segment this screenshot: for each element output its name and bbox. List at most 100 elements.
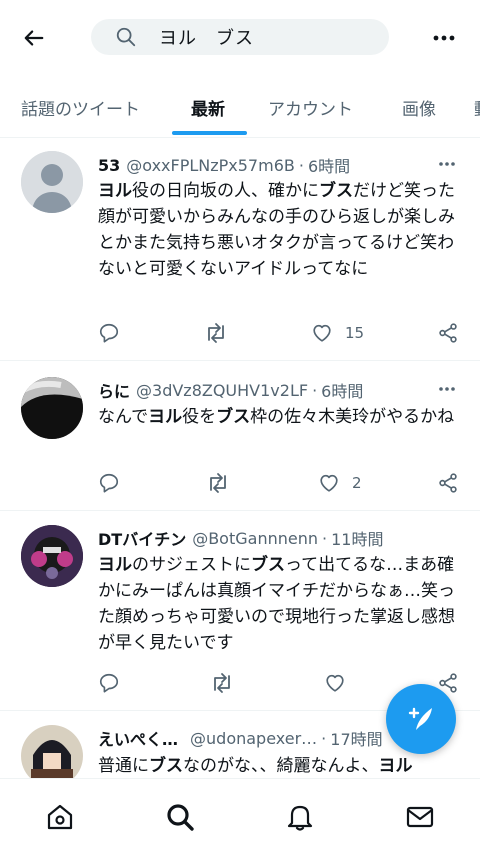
- tweet-actions: 2: [98, 471, 460, 495]
- timestamp[interactable]: 6時間: [321, 378, 363, 402]
- character-avatar-icon: [21, 525, 83, 587]
- timestamp[interactable]: 11時間: [331, 526, 383, 550]
- retweet-icon: [214, 673, 230, 693]
- author-name[interactable]: らに: [98, 378, 130, 402]
- tab-top-tweets[interactable]: 話題のツイート: [21, 76, 140, 138]
- highlighted-keyword: ブス: [149, 756, 183, 776]
- author-handle[interactable]: @udonapexer…: [190, 729, 317, 748]
- separator-dot: ·: [322, 528, 328, 548]
- tab-accounts[interactable]: アカウント: [268, 76, 353, 138]
- tweet-text: ヨルのサジェストにブスって出てるな…まあ確かにみーぱんは真顔イマイチだからなぁ……: [98, 552, 466, 656]
- tweet[interactable]: 53 @oxxFPLNzPx57m6B · 6時間 ヨル役の日向坂の人、確かにブ…: [0, 139, 480, 361]
- tweet-text: 普通にブスなのがな、、綺麗なんよ、ヨル: [98, 753, 478, 778]
- nav-notifications[interactable]: [280, 797, 320, 837]
- separator-dot: ·: [312, 380, 318, 400]
- author-name[interactable]: DTバイチン: [98, 526, 186, 550]
- separator-dot: ·: [298, 155, 304, 175]
- like-button[interactable]: 2: [318, 471, 362, 495]
- tweet-text-segment: なのがな、、綺麗なんよ、: [183, 756, 379, 776]
- timestamp[interactable]: 6時間: [308, 153, 350, 177]
- retweet-icon: [208, 323, 224, 343]
- tweet[interactable]: らに @3dVz8ZQUHV1v2LF · 6時間 なんでヨル役をブス枠の佐々木…: [0, 361, 480, 511]
- anime-avatar-icon: [21, 725, 83, 778]
- tweet-text-segment: 枠の佐々木美玲がやるかね: [250, 407, 455, 427]
- author-handle[interactable]: @BotGannnenn: [192, 529, 318, 548]
- highlighted-keyword: ヨル: [98, 555, 132, 575]
- retweet-button[interactable]: [206, 471, 230, 495]
- search-icon: [115, 26, 137, 48]
- nav-home[interactable]: [40, 797, 80, 837]
- tab-latest[interactable]: 最新: [191, 76, 225, 138]
- tweet-header: DTバイチン @BotGannnenn · 11時間: [98, 526, 383, 550]
- tweet-text-segment: なんで: [98, 407, 149, 427]
- more-icon: [433, 35, 455, 41]
- tweet[interactable]: DTバイチン @BotGannnenn · 11時間 ヨルのサジェストにブスって…: [0, 511, 480, 711]
- reply-icon: [99, 673, 119, 693]
- retweet-button[interactable]: [210, 671, 234, 695]
- highlighted-keyword: ブス: [251, 555, 285, 575]
- reply-button[interactable]: [98, 671, 120, 695]
- default-avatar-icon: [21, 151, 83, 213]
- back-arrow-icon: [24, 30, 44, 46]
- tweet-text-segment: のサジェストに: [132, 555, 251, 575]
- share-icon: [439, 473, 457, 493]
- reply-icon: [99, 473, 119, 493]
- reply-button[interactable]: [98, 321, 120, 345]
- share-icon: [439, 323, 457, 343]
- share-button[interactable]: [437, 321, 459, 345]
- author-handle[interactable]: @3dVz8ZQUHV1v2LF: [136, 381, 308, 400]
- search-query: ヨル ブス: [159, 28, 254, 49]
- highlighted-keyword: ブス: [216, 407, 251, 427]
- tweet-text: ヨル役の日向坂の人、確かにブスだけど笑った顔が可愛いからみんなの手のひら返しが楽…: [98, 178, 466, 282]
- like-icon: [326, 674, 344, 692]
- notifications-icon: [287, 805, 313, 831]
- tweet-header: えいぺく… @udonapexer… · 17時間: [98, 726, 383, 750]
- nav-messages[interactable]: [400, 797, 440, 837]
- like-count: 2: [352, 474, 362, 492]
- highlighted-keyword: ヨル: [378, 756, 413, 776]
- search-input[interactable]: ヨル ブス: [91, 19, 389, 55]
- active-tab-indicator: [172, 131, 247, 135]
- tweet-more-button[interactable]: [436, 156, 458, 172]
- search-tabs: 話題のツイート 最新 アカウント 画像 動: [0, 76, 480, 138]
- like-button[interactable]: 15: [311, 321, 364, 345]
- like-button[interactable]: [324, 671, 346, 695]
- tweet-actions: 15: [98, 321, 460, 345]
- avatar[interactable]: [21, 151, 83, 213]
- home-icon: [47, 804, 73, 830]
- tweet-header: 53 @oxxFPLNzPx57m6B · 6時間: [98, 153, 350, 177]
- like-count: 15: [345, 324, 365, 342]
- tweet-header: らに @3dVz8ZQUHV1v2LF · 6時間: [98, 378, 363, 402]
- tab-videos[interactable]: 動: [474, 76, 480, 138]
- nav-search[interactable]: [160, 797, 200, 837]
- avatar[interactable]: [21, 377, 83, 439]
- reply-button[interactable]: [98, 471, 120, 495]
- retweet-button[interactable]: [204, 321, 228, 345]
- reply-icon: [99, 323, 119, 343]
- separator-dot: ·: [321, 728, 327, 748]
- highlighted-keyword: ブス: [319, 181, 353, 201]
- tweet-text-segment: 役を: [182, 407, 217, 427]
- avatar[interactable]: [21, 525, 83, 587]
- tweet-text: なんでヨル役をブス枠の佐々木美玲がやるかね: [98, 404, 466, 430]
- compose-tweet-button[interactable]: [386, 684, 456, 754]
- like-icon: [313, 324, 331, 342]
- retweet-icon: [210, 473, 226, 493]
- tab-images[interactable]: 画像: [402, 76, 436, 138]
- more-icon: [439, 162, 455, 166]
- bottom-navigation: [0, 778, 480, 856]
- top-bar: ヨル ブス: [0, 0, 480, 76]
- more-options-button[interactable]: [430, 24, 458, 52]
- like-icon: [320, 474, 338, 492]
- tweet-more-button[interactable]: [436, 381, 458, 397]
- highlighted-keyword: ヨル: [98, 181, 132, 201]
- timestamp[interactable]: 17時間: [330, 726, 382, 750]
- tweet-text-segment: 普通に: [98, 756, 149, 776]
- author-handle[interactable]: @oxxFPLNzPx57m6B: [126, 156, 295, 175]
- dark-photo-avatar-icon: [21, 377, 83, 439]
- avatar[interactable]: [21, 725, 83, 778]
- back-button[interactable]: [18, 22, 50, 54]
- share-button[interactable]: [437, 471, 459, 495]
- author-name[interactable]: えいぺく…: [98, 726, 178, 750]
- author-name[interactable]: 53: [98, 156, 120, 175]
